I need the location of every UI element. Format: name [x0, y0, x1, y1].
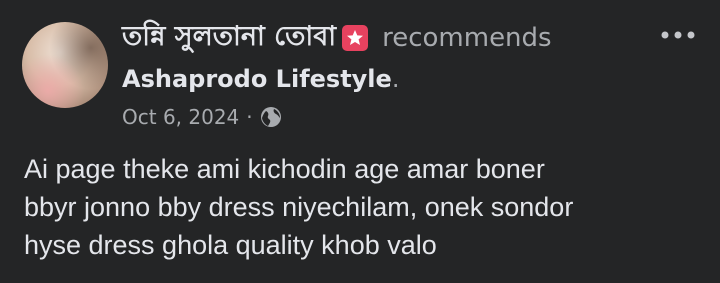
- star-badge-icon: [342, 25, 369, 51]
- meta-separator: ·: [246, 105, 253, 129]
- post-body-line: hyse dress ghola quality khob valo: [24, 230, 437, 260]
- page-name-trailing: .: [391, 65, 400, 93]
- review-post: তন্নি সুলতানা তোবা recommends Ashaprodo …: [0, 0, 720, 283]
- author-name[interactable]: তন্নি সুলতানা তোবা: [122, 16, 336, 61]
- post-body-line: Ai page theke ami kichodin age amar bone…: [24, 154, 545, 184]
- more-options-icon[interactable]: [658, 24, 698, 46]
- post-body: Ai page theke ami kichodin age amar bone…: [24, 150, 714, 264]
- author-line: তন্নি সুলতানা তোবা recommends: [122, 18, 720, 58]
- recommends-label: recommends: [382, 23, 552, 53]
- page-name[interactable]: Ashaprodo Lifestyle: [122, 65, 392, 93]
- author-avatar[interactable]: [22, 22, 108, 108]
- post-header: তন্নি সুলতানা তোবা recommends Ashaprodo …: [122, 18, 720, 132]
- post-body-line: bbyr jonno bby dress niyechilam, onek so…: [24, 192, 574, 222]
- page-line: Ashaprodo Lifestyle.: [122, 60, 720, 98]
- globe-icon[interactable]: [260, 106, 282, 128]
- post-date[interactable]: Oct 6, 2024: [122, 105, 239, 129]
- post-meta: Oct 6, 2024 ·: [122, 102, 720, 132]
- avatar-image: [22, 22, 108, 108]
